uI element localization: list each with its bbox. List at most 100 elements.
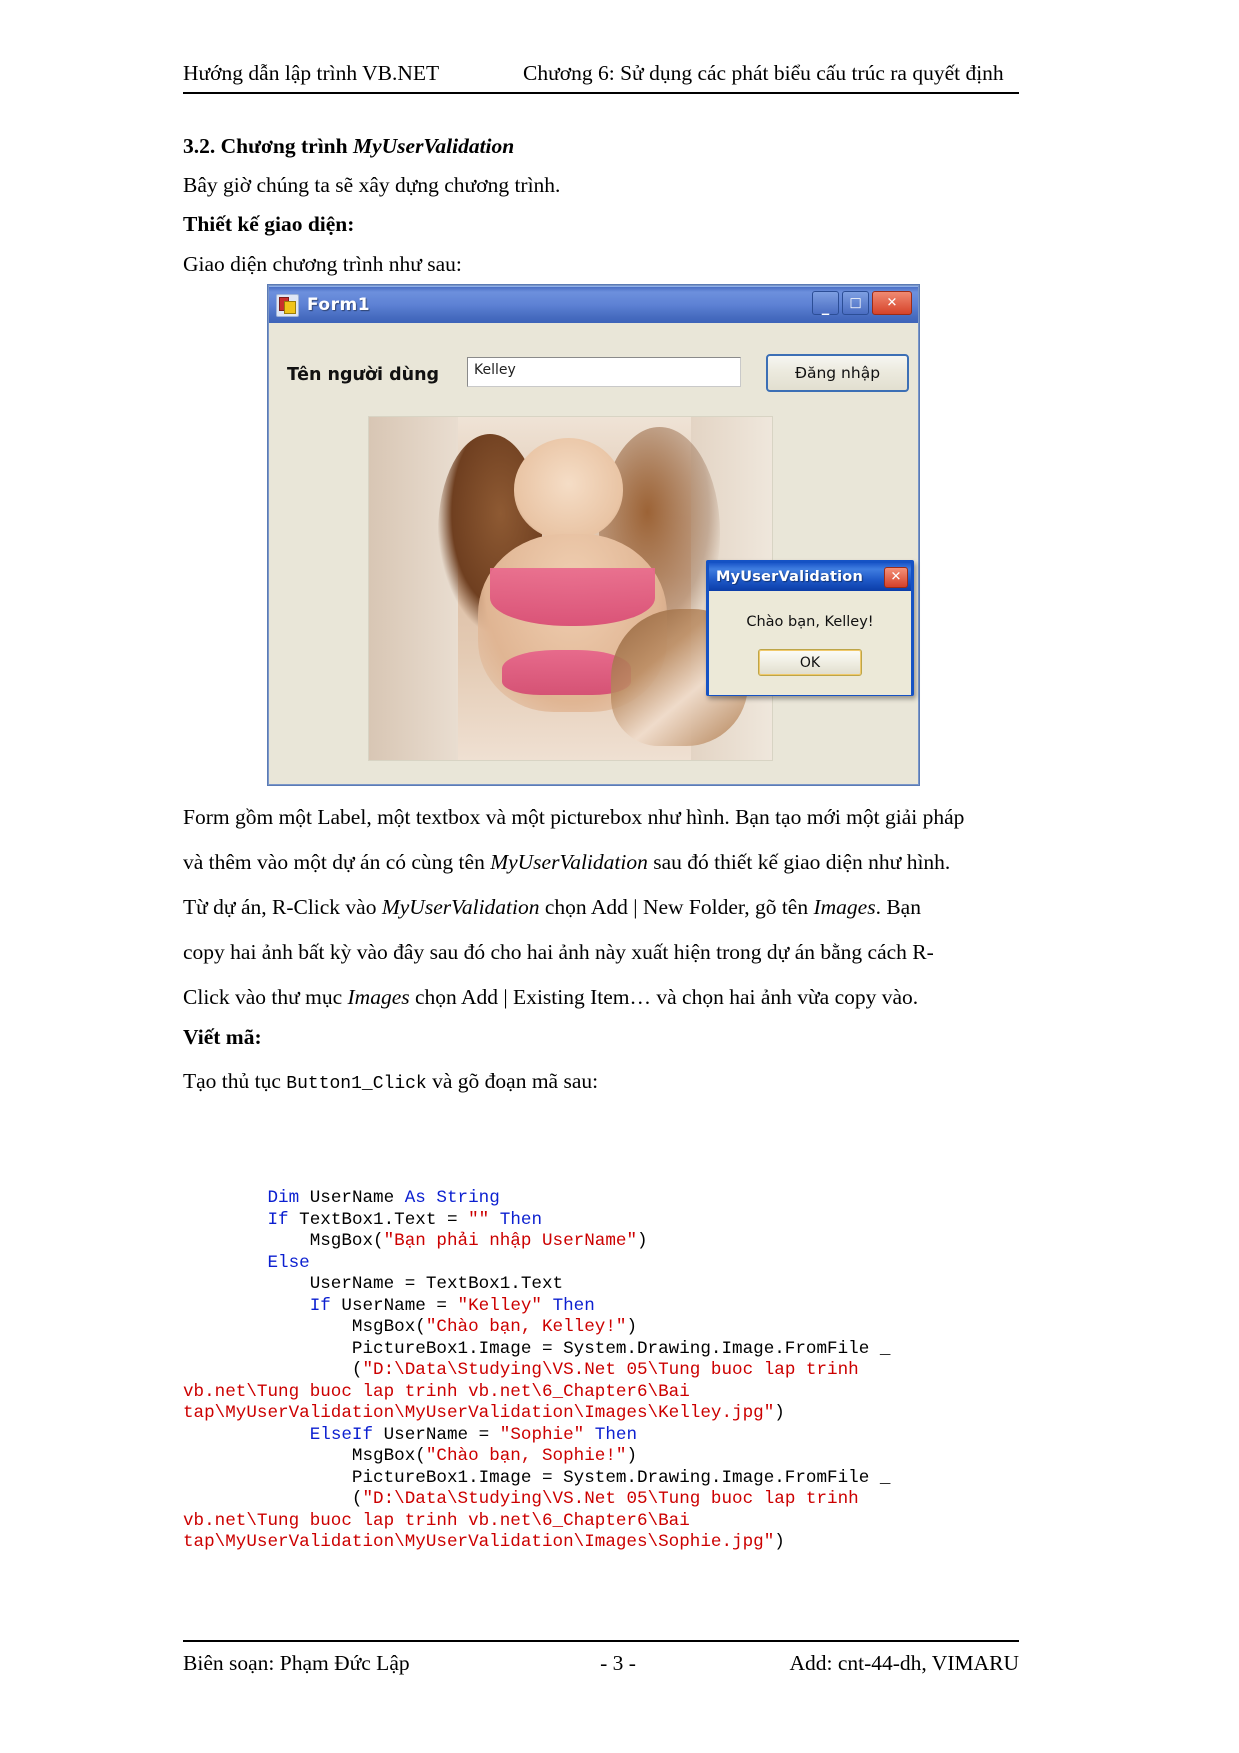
page-footer: Biên soạn: Phạm Đức Lập - 3 - Add: cnt-4…: [183, 1648, 1019, 1678]
document-page: Hướng dẫn lập trình VB.NET Chương 6: Sử …: [0, 0, 1239, 1753]
code-token: (: [183, 1360, 363, 1380]
code-token: "Bạn phải nhập UserName": [383, 1231, 638, 1251]
vb-form-icon: [276, 293, 299, 317]
p2-l1c: . Bạn: [875, 895, 921, 919]
section-intro: Bây giờ chúng ta sẽ xây dựng chương trìn…: [183, 173, 561, 197]
messagebox-body: Chào bạn, Kelley! OK: [709, 591, 911, 695]
code-token: PictureBox1.Image = System.Drawing.Image…: [183, 1467, 891, 1488]
code-line: Else: [183, 1253, 1023, 1275]
paragraph-line: và thêm vào một dự án có cùng tên MyUser…: [183, 840, 1019, 885]
messagebox-ok-button[interactable]: OK: [758, 649, 862, 676]
minimize-button[interactable]: _: [812, 291, 839, 315]
code-line: tap\MyUserValidation\MyUserValidation\Im…: [183, 1532, 1023, 1554]
messagebox-titlebar: MyUserValidation ✕: [709, 563, 911, 591]
code-line: PictureBox1.Image = System.Drawing.Image…: [183, 1468, 1023, 1490]
code-line: ("D:\Data\Studying\VS.Net 05\Tung buoc l…: [183, 1489, 1023, 1511]
picture-garment-top: [489, 567, 656, 627]
code-token: ): [626, 1317, 638, 1337]
code-token: UserName = TextBox1.Text: [183, 1274, 564, 1294]
p2-l2: copy hai ảnh bất kỳ vào đây sau đó cho h…: [183, 940, 934, 964]
footer-rule: [183, 1640, 1019, 1642]
code-token: UserName: [299, 1188, 405, 1208]
username-input[interactable]: Kelley: [467, 357, 741, 387]
p2-l3a: Click vào thư mục: [183, 985, 348, 1009]
code-token: tap\MyUserValidation\MyUserValidation\Im…: [183, 1532, 775, 1552]
code-line: vb.net\Tung buoc lap trinh vb.net\6_Chap…: [183, 1511, 1023, 1533]
code-line: If UserName = "Kelley" Then: [183, 1296, 1023, 1318]
code-caption-identifier: Button1_Click: [286, 1074, 427, 1094]
code-token: "Kelley": [457, 1295, 542, 1316]
p1-l2a: và thêm vào một dự án có cùng tên: [183, 850, 491, 874]
p1-l2b: sau đó thiết kế giao diện như hình.: [647, 850, 951, 874]
code-token: PictureBox1.Image = System.Drawing.Image…: [183, 1338, 891, 1359]
footer-address: Add: cnt-44-dh, VIMARU: [789, 1651, 1019, 1675]
code-token: vb.net\Tung buoc lap trinh vb.net\6_Chap…: [183, 1510, 690, 1531]
code-token: Dim: [267, 1188, 300, 1208]
vb-form-titlebar: Form1 _ □ ✕: [269, 286, 918, 323]
maximize-button[interactable]: □: [842, 291, 869, 315]
code-token: If: [309, 1295, 331, 1316]
messagebox-title: MyUserValidation: [716, 569, 863, 585]
code-heading: Viết mã:: [183, 1025, 262, 1049]
code-token: ElseIf: [309, 1424, 374, 1445]
vb-form-window: Form1 _ □ ✕ Tên người dùng Kelley Đăng n…: [268, 285, 919, 785]
code-token: tap\MyUserValidation\MyUserValidation\Im…: [183, 1403, 775, 1423]
p2-l3b: chọn Add | Existing Item… và chọn hai ản…: [409, 985, 919, 1009]
code-token: ): [774, 1532, 785, 1552]
code-token: vb.net\Tung buoc lap trinh vb.net\6_Chap…: [183, 1381, 690, 1402]
close-icon: ✕: [886, 295, 898, 311]
p1-l2-italic: MyUserValidation: [490, 850, 648, 874]
code-line: ("D:\Data\Studying\VS.Net 05\Tung buoc l…: [183, 1360, 1023, 1382]
code-token: "": [468, 1209, 490, 1230]
code-token: UserName =: [373, 1424, 500, 1445]
code-token: "Chào bạn, Kelley!": [425, 1317, 627, 1337]
code-line: UserName = TextBox1.Text: [183, 1274, 1023, 1296]
p2-l1a: Từ dự án, R-Click vào: [183, 895, 382, 919]
code-line: If TextBox1.Text = "" Then: [183, 1210, 1023, 1232]
messagebox-message: Chào bạn, Kelley!: [746, 614, 874, 630]
messagebox-close-button[interactable]: ✕: [884, 566, 908, 588]
code-token: UserName =: [330, 1295, 458, 1316]
paragraph-line: Click vào thư mục Images chọn Add | Exis…: [183, 975, 1019, 1020]
paragraph-line: copy hai ảnh bất kỳ vào đây sau đó cho h…: [183, 930, 1019, 975]
paragraph-line: Form gồm một Label, một textbox và một p…: [183, 795, 1019, 840]
footer-author: Biên soạn: Phạm Đức Lập: [183, 1651, 410, 1675]
section-heading: 3.2. Chương trình MyUserValidation: [183, 133, 514, 159]
window-buttons: _ □ ✕: [812, 291, 912, 315]
header-rule: [183, 92, 1019, 94]
code-token: TextBox1.Text =: [288, 1209, 469, 1230]
p1-l1: Form gồm một Label, một textbox và một p…: [183, 805, 965, 829]
code-token: ): [774, 1403, 785, 1423]
code-token: If: [267, 1209, 289, 1230]
design-heading: Thiết kế giao diện:: [183, 212, 355, 236]
body-paragraph-1: Form gồm một Label, một textbox và một p…: [183, 795, 1019, 885]
code-token: ): [637, 1231, 648, 1251]
vb-form-client-area: Tên người dùng Kelley Đăng nhập MyUserVa…: [269, 323, 918, 784]
code-line: MsgBox("Chào bạn, Sophie!"): [183, 1446, 1023, 1468]
p2-l1-italic: MyUserValidation: [381, 895, 540, 919]
maximize-icon: □: [849, 295, 862, 311]
code-token: MsgBox(: [183, 1231, 384, 1251]
code-token: "Sophie": [499, 1424, 585, 1445]
close-button[interactable]: ✕: [872, 291, 912, 315]
code-token: Then: [552, 1295, 595, 1316]
body-paragraph-2: Từ dự án, R-Click vào MyUserValidation c…: [183, 885, 1019, 1020]
messagebox-dialog: MyUserValidation ✕ Chào bạn, Kelley! OK: [706, 560, 914, 696]
minimize-icon: _: [821, 297, 830, 316]
code-token: "D:\Data\Studying\VS.Net 05\Tung buoc la…: [362, 1489, 859, 1509]
code-token: MsgBox(: [183, 1446, 426, 1466]
design-caption: Giao diện chương trình như sau:: [183, 252, 462, 276]
code-line: ElseIf UserName = "Sophie" Then: [183, 1425, 1023, 1447]
login-button[interactable]: Đăng nhập: [766, 354, 909, 392]
code-token: "D:\Data\Studying\VS.Net 05\Tung buoc la…: [362, 1360, 859, 1380]
header-right-text: Chương 6: Sử dụng các phát biểu cấu trúc…: [523, 61, 1004, 85]
code-token: MsgBox(: [183, 1317, 426, 1337]
code-token: ): [626, 1446, 638, 1466]
p2-l1-italic2: Images: [813, 895, 876, 919]
code-line: tap\MyUserValidation\MyUserValidation\Im…: [183, 1403, 1023, 1425]
